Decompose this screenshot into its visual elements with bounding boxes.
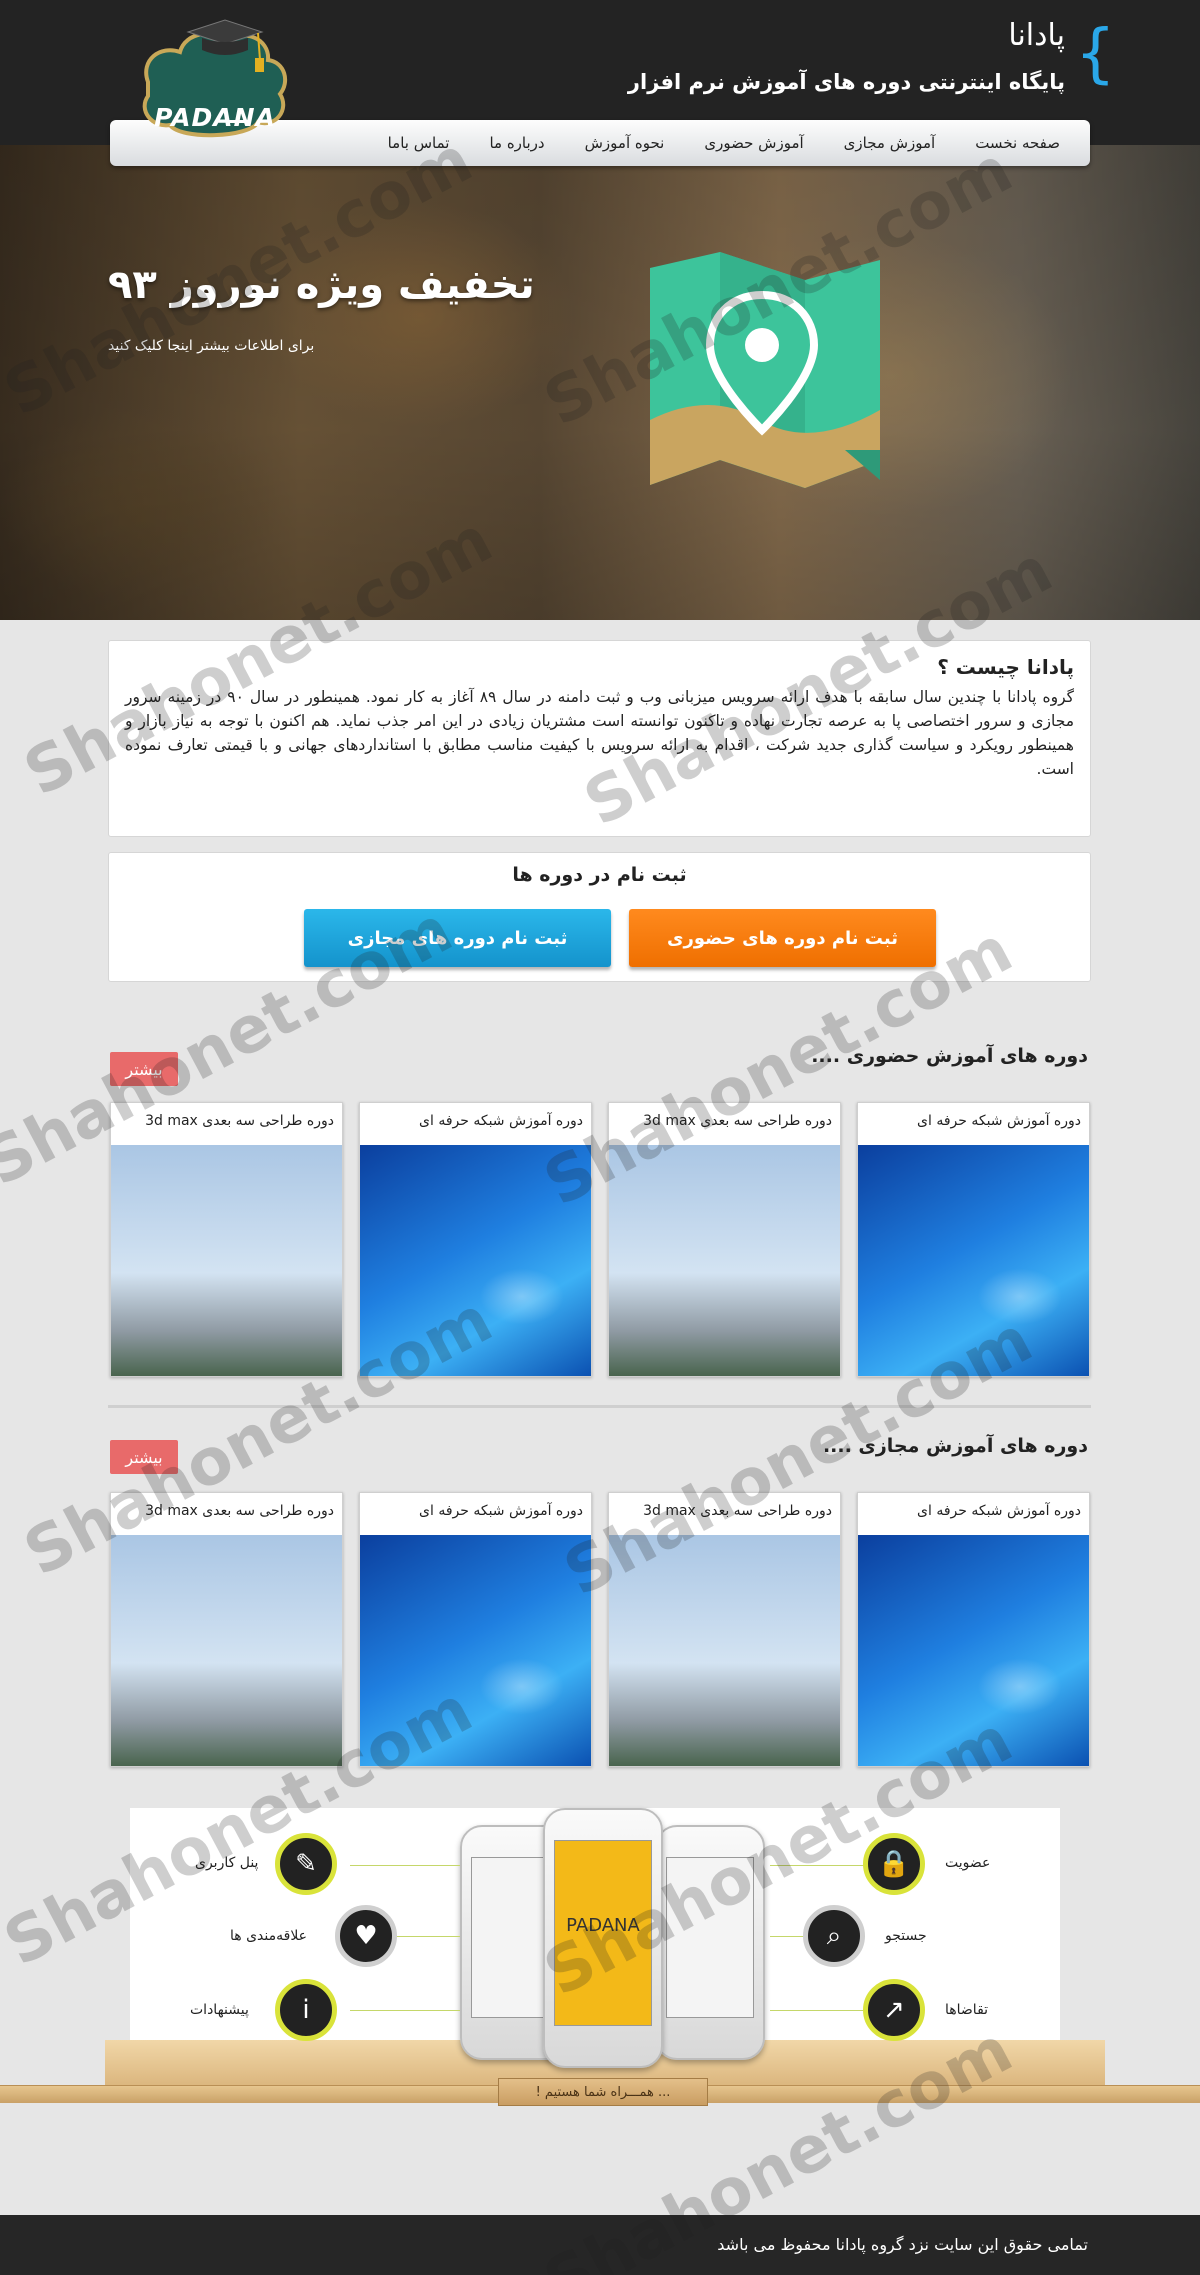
network-cable-image [858,1535,1089,1766]
logo[interactable] [130,10,295,160]
feature-search[interactable]: جستجو [885,1928,927,1944]
building-image [609,1535,840,1766]
online-more-button[interactable]: بیشتر [110,1440,178,1474]
phone-right [655,1825,765,2060]
hero-subtitle[interactable]: برای اطلاعات بیشتر اینجا کلیک کنید [108,338,314,354]
register-in-person-button[interactable]: ثبت نام دوره های حضوری [629,909,936,967]
map-pin-icon [650,252,880,488]
edit-icon[interactable]: ✎ [275,1833,337,1895]
footer: تمامی حقوق این سایت نزد گروه پادانا محفو… [0,2215,1200,2275]
course-title: دوره آموزش شبکه حرفه ای [858,1103,1089,1145]
course-card[interactable]: دوره طراحی سه بعدی 3d max [608,1492,841,1767]
feature-membership[interactable]: عضویت [945,1855,990,1871]
info-icon[interactable]: i [275,1979,337,2041]
network-cable-image [360,1145,591,1376]
lock-icon[interactable]: 🔒 [863,1833,925,1895]
section-divider [108,1405,1091,1408]
copyright-text: تمامی حقوق این سایت نزد گروه پادانا محفو… [717,2235,1088,2254]
building-image [111,1535,342,1766]
course-title: دوره آموزش شبکه حرفه ای [858,1493,1089,1535]
site-subtitle: پایگاه اینترنتی دوره های آموزش نرم افزار [627,70,1065,94]
feature-user-panel[interactable]: پنل کاربری [195,1855,258,1871]
about-body: گروه پادانا با چندین سال سابقه با هدف ار… [125,688,1075,778]
building-image [609,1145,840,1376]
course-title: دوره طراحی سه بعدی 3d max [609,1493,840,1535]
course-title: دوره طراحی سه بعدی 3d max [609,1103,840,1145]
building-image [111,1145,342,1376]
nav-item-about[interactable]: درباره ما [489,134,544,152]
nav-item-in-person-courses[interactable]: آموزش حضوری [704,134,803,152]
feature-requests[interactable]: تقاضاها [945,2002,988,2018]
nav-item-contact[interactable]: تماس باما [388,134,450,152]
about-card: پادانا چیست ؟ گروه پادانا با چندین سال س… [108,640,1091,837]
course-card[interactable]: دوره طراحی سه بعدی 3d max [608,1102,841,1377]
course-title: دوره طراحی سه بعدی 3d max [111,1103,342,1145]
hero-title[interactable]: تخفیف ویژه نوروز ۹۳ [108,262,535,308]
brace-icon: { [1075,17,1116,91]
nav-item-how-to-learn[interactable]: نحوه آموزش [585,134,665,152]
course-card[interactable]: دوره آموزش شبکه حرفه ای [359,1102,592,1377]
tagline-sign: ... همـــراه شما هستیم ! [498,2078,708,2106]
register-online-button[interactable]: ثبت نام دوره های مجازی [304,909,611,967]
in-person-section-title: دوره های آموزش حضوری .... [811,1045,1088,1067]
course-card[interactable]: دوره آموزش شبکه حرفه ای [857,1102,1090,1377]
trend-icon[interactable]: ↗ [863,1979,925,2041]
about-title: پادانا چیست ؟ [937,655,1074,679]
course-title: دوره طراحی سه بعدی 3d max [111,1493,342,1535]
heart-icon[interactable]: ♥ [335,1905,397,1967]
course-card[interactable]: دوره آموزش شبکه حرفه ای [359,1492,592,1767]
register-title: ثبت نام در دوره ها [512,864,687,886]
register-card: ثبت نام در دوره ها ثبت نام دوره های حضور… [108,852,1091,982]
network-cable-image [858,1145,1089,1376]
course-title: دوره آموزش شبکه حرفه ای [360,1103,591,1145]
course-card[interactable]: دوره طراحی سه بعدی 3d max [110,1102,343,1377]
online-section-title: دوره های آموزش مجازی .... [822,1435,1088,1457]
site-title: پادانا [1008,18,1065,53]
feature-suggestions[interactable]: پیشنهادات [190,2002,249,2018]
phone-main: PADANA [543,1808,663,2068]
feature-favorites[interactable]: علاقه‌مندی ها [230,1928,307,1944]
course-card[interactable]: دوره آموزش شبکه حرفه ای [857,1492,1090,1767]
network-cable-image [360,1535,591,1766]
hero-banner[interactable] [0,145,1200,620]
search-icon[interactable]: ⌕ [803,1905,865,1967]
course-title: دوره آموزش شبکه حرفه ای [360,1493,591,1535]
phone-app-label: PADANA [566,1915,640,1936]
nav-item-home[interactable]: صفحه نخست [975,134,1060,152]
in-person-more-button[interactable]: بیشتر [110,1052,178,1086]
course-card[interactable]: دوره طراحی سه بعدی 3d max [110,1492,343,1767]
logo-text: PADANA [154,103,276,132]
nav-item-online-courses[interactable]: آموزش مجازی [844,134,936,152]
